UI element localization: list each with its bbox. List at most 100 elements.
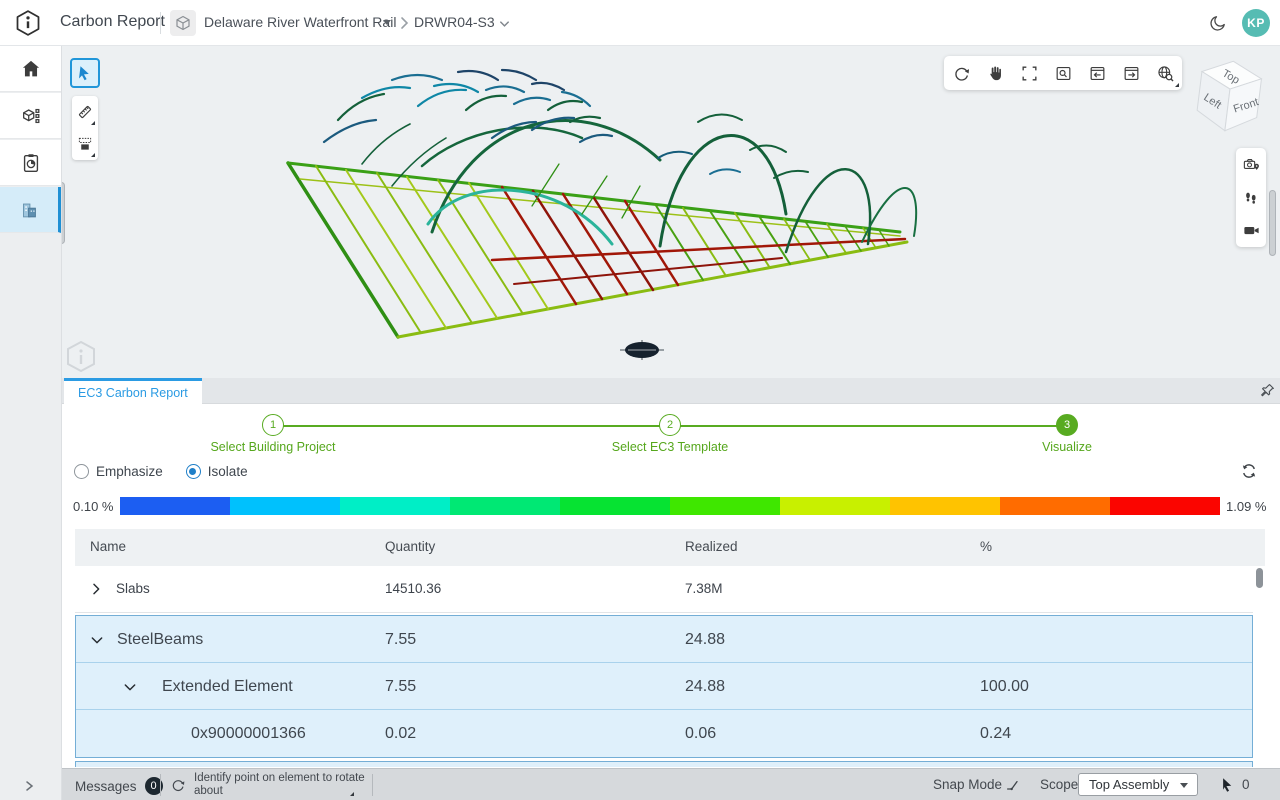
video-camera-icon <box>1242 221 1261 240</box>
snap-mode-icon[interactable] <box>1005 777 1021 793</box>
cell-name: SteelBeams <box>117 631 203 649</box>
isolate-label: Isolate <box>208 464 248 479</box>
legend-color-segment <box>230 497 340 515</box>
view-cube[interactable]: Top Left Front <box>1190 54 1268 140</box>
project-breadcrumb[interactable]: Delaware River Waterfront Rail <box>204 14 396 30</box>
step-2-label: Select EC3 Template <box>560 440 780 454</box>
view-undo-button[interactable] <box>1080 56 1114 90</box>
bottom-panel-tabstrip: EC3 Carbon Report <box>62 378 1280 404</box>
emphasize-radio[interactable] <box>74 464 89 479</box>
isolate-radio[interactable] <box>186 464 201 479</box>
table-row-steelbeams[interactable]: SteelBeams 7.55 24.88 <box>76 616 1252 663</box>
legend-color-segment <box>890 497 1000 515</box>
globe-search-icon <box>1156 64 1175 83</box>
model-breadcrumb[interactable]: DRWR04-S3 <box>414 14 495 30</box>
legend-color-segment <box>560 497 670 515</box>
step-1-circle[interactable]: 1 <box>262 414 284 436</box>
model-viewport[interactable]: Top Left Front <box>62 46 1280 378</box>
column-header-name: Name <box>90 539 126 554</box>
home-icon <box>20 58 42 80</box>
refresh-button[interactable] <box>1239 461 1259 481</box>
scope-label: Scope: <box>1040 777 1082 792</box>
tool-assistance-expand-corner <box>350 792 354 796</box>
table-row-slabs[interactable]: Slabs 14510.36 7.38M <box>75 566 1253 613</box>
walk-tool-button[interactable] <box>1236 181 1266 214</box>
step-2-number: 2 <box>667 419 673 431</box>
model-3d-scene[interactable] <box>62 46 1280 378</box>
legend-bar <box>120 497 1220 515</box>
left-panel-splitter-handle[interactable] <box>62 182 65 244</box>
select-tool-button[interactable] <box>70 58 100 88</box>
collapse-chevron-down-icon[interactable] <box>122 679 138 695</box>
step-1-number: 1 <box>270 419 276 431</box>
project-dropdown-caret-icon[interactable] <box>383 20 391 25</box>
sidebar-expand-chevron-icon[interactable] <box>14 776 44 796</box>
column-header-realized: Realized <box>685 539 738 554</box>
scope-select[interactable]: Top Assembly <box>1078 773 1198 796</box>
tool-assistance-field[interactable]: Identify point on element to rotate abou… <box>170 772 366 798</box>
cell-quantity: 0.02 <box>385 725 416 743</box>
tab-label: EC3 Carbon Report <box>78 386 188 400</box>
dark-mode-moon-icon[interactable] <box>1208 13 1228 33</box>
rotate-point-marker <box>620 340 664 360</box>
model-hierarchy-icon <box>20 105 42 127</box>
view-tools-toolbar <box>1236 148 1266 247</box>
model-dropdown-chevron-icon[interactable] <box>498 18 511 30</box>
top-bar: Carbon Report Delaware River Waterfront … <box>0 0 1280 46</box>
messages-button[interactable]: Messages 0 <box>75 777 163 795</box>
breadcrumb-separator-icon <box>398 16 410 30</box>
cell-percent: 100.00 <box>980 678 1029 696</box>
sidebar-item-model-tree[interactable] <box>0 93 61 139</box>
view-navigation-toolbar <box>944 56 1182 90</box>
pan-hand-icon <box>986 64 1005 83</box>
saved-views-button[interactable] <box>1236 148 1266 181</box>
step-3-circle[interactable]: 3 <box>1056 414 1078 436</box>
project-icon <box>175 15 191 31</box>
fit-view-icon <box>1020 64 1039 83</box>
legend-color-segment <box>780 497 890 515</box>
table-scrollbar-thumb[interactable] <box>1256 568 1263 588</box>
table-row-extended-element[interactable]: Extended Element 7.55 24.88 100.00 <box>76 663 1252 710</box>
fit-view-button[interactable] <box>1012 56 1046 90</box>
cell-percent: 0.24 <box>980 725 1011 743</box>
view-redo-button[interactable] <box>1114 56 1148 90</box>
window-zoom-icon <box>1054 64 1073 83</box>
step-2-circle[interactable]: 2 <box>659 414 681 436</box>
sidebar-item-carbon-report[interactable] <box>0 187 61 233</box>
rotate-view-button[interactable] <box>944 56 978 90</box>
project-icon-chip <box>170 10 196 36</box>
user-avatar[interactable]: KP <box>1242 9 1270 37</box>
divider <box>372 774 373 796</box>
pan-view-button[interactable] <box>978 56 1012 90</box>
right-panel-splitter-handle[interactable] <box>1269 190 1276 256</box>
measure-tools-button[interactable] <box>72 96 98 128</box>
divider <box>160 774 161 796</box>
sidebar-item-home[interactable] <box>0 46 61 92</box>
legend-color-segment <box>340 497 450 515</box>
buildings-icon <box>18 199 40 221</box>
itwin-logo-icon[interactable] <box>14 9 42 37</box>
camera-view-button[interactable] <box>1236 214 1266 247</box>
geo-tools-button[interactable] <box>1148 56 1182 90</box>
table-row-element-id[interactable]: 0x90000001366 0.02 0.06 0.24 <box>76 710 1252 757</box>
status-bar: Messages 0 Identify point on element to … <box>62 768 1280 800</box>
pin-panel-icon[interactable] <box>1258 382 1276 400</box>
tool-prompt-text: Identify point on element to rotate abou… <box>194 772 366 798</box>
tab-ec3-carbon-report[interactable]: EC3 Carbon Report <box>64 378 202 404</box>
snap-mode-label: Snap Mode <box>933 777 1002 792</box>
cell-realized: 24.88 <box>685 678 725 696</box>
window-zoom-button[interactable] <box>1046 56 1080 90</box>
emphasize-label: Emphasize <box>96 464 163 479</box>
cell-name: Extended Element <box>162 678 293 696</box>
collapse-chevron-down-icon[interactable] <box>89 632 105 648</box>
ec3-report-panel: 1 2 3 Select Building Project Select EC3… <box>62 404 1280 768</box>
camera-pin-icon <box>1242 155 1261 174</box>
step-3-number: 3 <box>1064 419 1070 431</box>
cell-name: 0x90000001366 <box>191 725 306 743</box>
sidebar-item-report[interactable] <box>0 140 61 186</box>
app-title: Carbon Report <box>60 13 165 31</box>
section-tools-button[interactable] <box>72 128 98 160</box>
ruler-icon <box>76 103 94 121</box>
expand-chevron-right-icon[interactable] <box>88 581 104 597</box>
selection-cursor-icon <box>1220 777 1235 792</box>
